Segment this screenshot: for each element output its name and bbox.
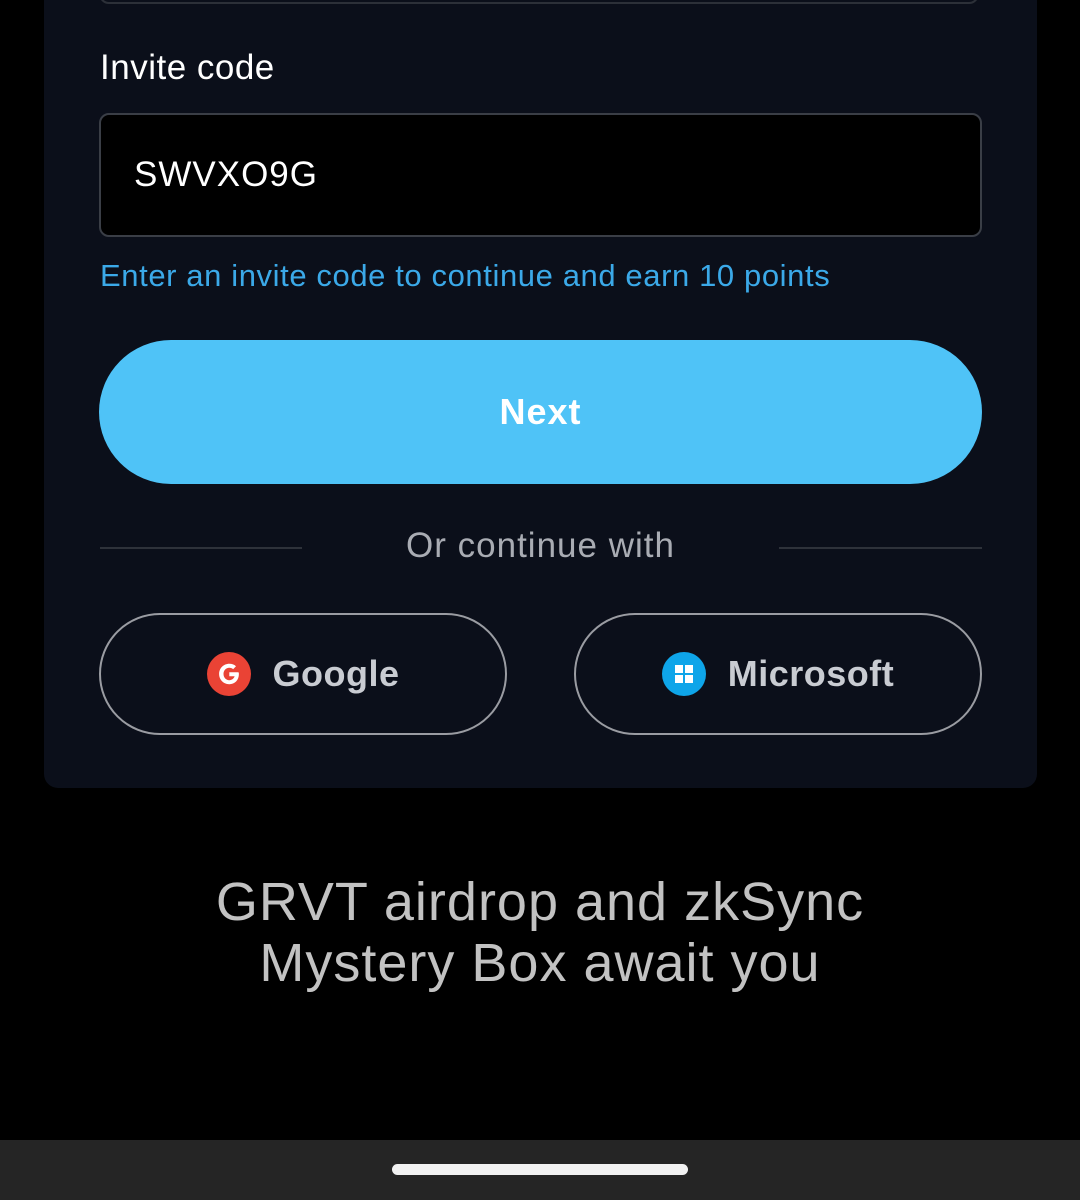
invite-code-hint: Enter an invite code to continue and ear…: [100, 258, 831, 293]
promo-text: GRVT airdrop and zkSync Mystery Box awai…: [40, 872, 1040, 994]
google-signin-button[interactable]: Google: [99, 613, 507, 735]
next-button[interactable]: Next: [99, 340, 982, 484]
google-icon: [206, 652, 251, 696]
microsoft-icon: [661, 652, 706, 696]
microsoft-label: Microsoft: [727, 653, 895, 694]
system-navigation-bar: [0, 1140, 1080, 1200]
home-gesture-handle[interactable]: [392, 1164, 688, 1175]
divider-line-left: [100, 547, 302, 549]
microsoft-signin-button[interactable]: Microsoft: [574, 613, 982, 735]
divider-line-right: [779, 547, 982, 549]
continue-with-divider: Or continue with: [406, 526, 675, 565]
previous-input-field[interactable]: [99, 0, 979, 4]
promo-line-2: Mystery Box await you: [259, 933, 821, 993]
invite-code-label: Invite code: [100, 48, 275, 87]
google-label: Google: [272, 653, 400, 694]
promo-line-1: GRVT airdrop and zkSync: [215, 872, 865, 932]
invite-code-input[interactable]: [99, 113, 982, 237]
